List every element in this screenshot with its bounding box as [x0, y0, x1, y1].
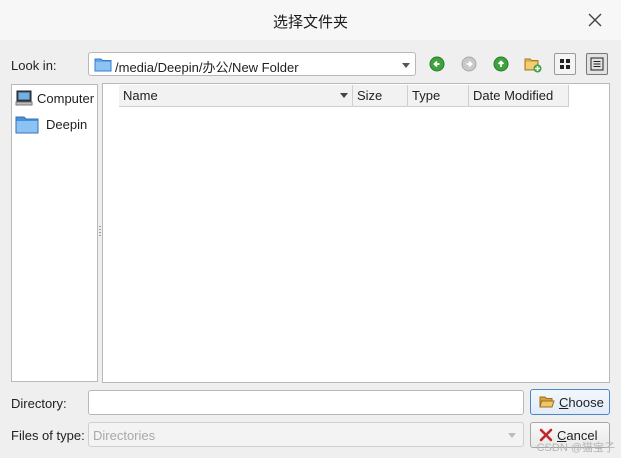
- back-arrow-icon: [429, 56, 445, 72]
- current-path: /media/Deepin/办公/New Folder: [115, 60, 299, 75]
- grid-view-icon: [560, 59, 570, 69]
- back-button[interactable]: [426, 53, 448, 75]
- sidebar-item-label: Deepin: [46, 116, 88, 132]
- column-label: Size: [357, 88, 383, 103]
- detail-view-button[interactable]: [586, 53, 608, 75]
- open-folder-icon: [539, 396, 555, 408]
- column-label: Date Modified: [473, 88, 554, 103]
- new-folder-button[interactable]: [522, 53, 544, 75]
- up-arrow-icon: [493, 56, 509, 72]
- files-of-type-label: Files of type:: [11, 428, 85, 443]
- places-sidebar: Computer Deepin: [11, 84, 98, 382]
- splitter-handle[interactable]: [99, 226, 101, 238]
- chevron-down-icon: [508, 433, 516, 438]
- sort-descending-icon: [340, 93, 348, 98]
- directory-label: Directory:: [11, 396, 67, 411]
- look-in-combo[interactable]: /media/Deepin/办公/New Folder: [88, 52, 416, 76]
- choose-label: Choose: [559, 394, 604, 410]
- new-folder-icon: [524, 58, 542, 73]
- look-in-label: Look in:: [11, 58, 57, 73]
- files-of-type-combo[interactable]: Directories: [88, 422, 524, 447]
- title-bar: 选择文件夹: [0, 0, 621, 40]
- file-list-header: Name Size Type Date Modified: [119, 85, 569, 107]
- close-button[interactable]: [584, 9, 606, 31]
- forward-button[interactable]: [458, 53, 480, 75]
- parent-directory-button[interactable]: [490, 53, 512, 75]
- sidebar-item-deepin[interactable]: Deepin: [15, 113, 87, 135]
- file-list-view[interactable]: Name Size Type Date Modified: [102, 83, 610, 383]
- column-header-date-modified[interactable]: Date Modified: [469, 85, 569, 106]
- files-of-type-value: Directories: [93, 428, 156, 443]
- icon-view-button[interactable]: [554, 53, 576, 75]
- chevron-down-icon: [402, 63, 410, 68]
- column-header-size[interactable]: Size: [353, 85, 408, 106]
- sidebar-item-label: Computer: [37, 90, 95, 106]
- close-icon: [588, 13, 602, 27]
- watermark-text: CSDN @猫宝子: [536, 442, 615, 454]
- window-title: 选择文件夹: [272, 14, 348, 31]
- folder-icon: [15, 116, 39, 134]
- sidebar-item-computer[interactable]: Computer: [15, 87, 94, 109]
- column-label: Type: [412, 88, 441, 103]
- forward-arrow-icon: [461, 56, 477, 72]
- choose-button[interactable]: Choose: [530, 389, 610, 415]
- column-header-type[interactable]: Type: [408, 85, 469, 106]
- directory-input[interactable]: [88, 390, 524, 415]
- list-view-icon: [590, 57, 604, 71]
- column-label: Name: [123, 88, 158, 103]
- folder-icon: [94, 58, 112, 72]
- column-header-name[interactable]: Name: [119, 85, 353, 106]
- computer-icon: [15, 90, 33, 106]
